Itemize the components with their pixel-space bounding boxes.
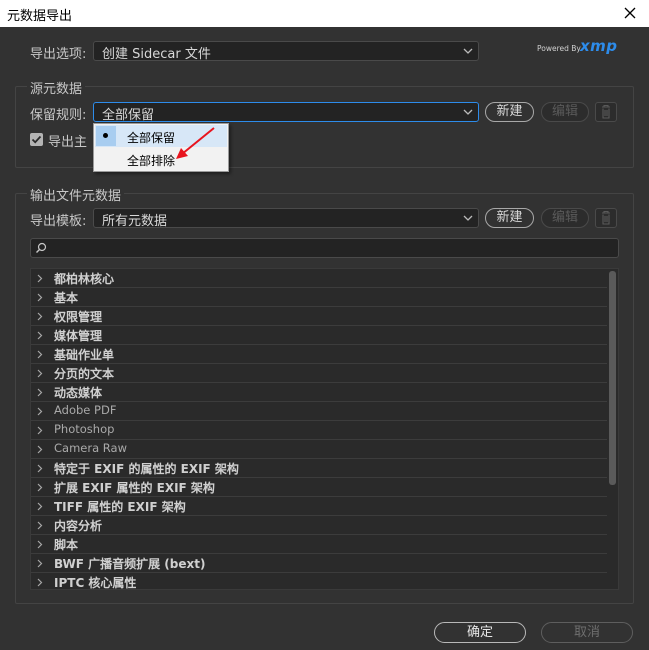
chevron-right-icon[interactable] xyxy=(37,483,43,492)
export-main-checkbox[interactable] xyxy=(30,133,43,146)
output-metadata-title: 输出文件元数据 xyxy=(27,185,125,204)
ok-button[interactable]: 确定 xyxy=(434,622,526,643)
export-option-value: 创建 Sidecar 文件 xyxy=(102,47,211,62)
source-metadata-title: 源元数据 xyxy=(27,78,86,97)
chevron-right-icon[interactable] xyxy=(37,350,43,359)
rule-select[interactable]: 全部保留 xyxy=(93,102,479,123)
template-label: 导出模板: xyxy=(30,214,87,229)
source-edit-button[interactable]: 编辑 xyxy=(541,102,589,122)
chevron-right-icon[interactable] xyxy=(37,502,43,511)
rule-label: 保留规则: xyxy=(30,108,87,123)
search-icon xyxy=(36,242,47,253)
template-value: 所有元数据 xyxy=(102,214,168,229)
tree-row[interactable]: 基础作业单 xyxy=(31,345,607,364)
close-icon[interactable] xyxy=(619,2,641,24)
chevron-right-icon[interactable] xyxy=(37,312,43,321)
tree-row[interactable]: 权限管理 xyxy=(31,307,607,326)
xmp-brand: xmp xyxy=(580,37,618,55)
template-select[interactable]: 所有元数据 xyxy=(93,208,479,229)
cancel-button[interactable]: 取消 xyxy=(541,622,633,643)
tree-row-label: 动态媒体 xyxy=(54,386,103,400)
tree-row[interactable]: 基本 xyxy=(31,288,607,307)
chevron-down-icon xyxy=(463,48,473,54)
tree-row-label: Photoshop xyxy=(54,422,115,436)
chevron-right-icon[interactable] xyxy=(37,540,43,549)
tree-row[interactable]: BWF 广播音频扩展 (bext) xyxy=(31,554,607,573)
tree-row[interactable]: Camera Raw xyxy=(31,440,607,459)
tree-row-label: Adobe PDF xyxy=(54,403,117,417)
tree-row-label: 扩展 EXIF 属性的 EXIF 架构 xyxy=(54,481,215,495)
window-title: 元数据导出 xyxy=(7,9,73,24)
chevron-right-icon[interactable] xyxy=(37,369,43,378)
tree-row-label: IPTC 核心属性 xyxy=(54,576,137,590)
menu-item-label: 全部排除 xyxy=(127,154,176,168)
source-trash-icon[interactable] xyxy=(595,102,617,122)
chevron-right-icon[interactable] xyxy=(37,293,43,302)
menu-item-label: 全部保留 xyxy=(127,131,176,145)
tree-row[interactable]: 扩展 EXIF 属性的 EXIF 架构 xyxy=(31,478,607,497)
tree-row[interactable]: 特定于 EXIF 的属性的 EXIF 架构 xyxy=(31,459,607,478)
tree-row[interactable]: TIFF 属性的 EXIF 架构 xyxy=(31,497,607,516)
tree-row-label: TIFF 属性的 EXIF 架构 xyxy=(54,500,186,514)
powered-by-text: Powered By xyxy=(537,44,581,53)
tree-row[interactable]: 内容分析 xyxy=(31,516,607,535)
chevron-down-icon xyxy=(463,215,473,221)
source-new-button[interactable]: 新建 xyxy=(485,102,534,122)
tree-row[interactable]: Adobe PDF xyxy=(31,402,607,421)
tree-row-label: 都柏林核心 xyxy=(54,272,115,286)
title-bar: 元数据导出 xyxy=(0,0,649,27)
tree-row-label: 媒体管理 xyxy=(54,329,103,343)
chevron-right-icon[interactable] xyxy=(37,274,43,283)
chevron-right-icon[interactable] xyxy=(37,521,43,530)
output-edit-button[interactable]: 编辑 xyxy=(541,208,589,228)
rule-value: 全部保留 xyxy=(102,108,155,123)
chevron-right-icon[interactable] xyxy=(37,445,43,454)
tree-scrollbar[interactable] xyxy=(609,271,616,485)
chevron-right-icon[interactable] xyxy=(37,578,43,587)
chevron-right-icon[interactable] xyxy=(37,559,43,568)
chevron-right-icon[interactable] xyxy=(37,388,43,397)
output-new-button[interactable]: 新建 xyxy=(485,208,534,228)
metadata-tree[interactable]: 都柏林核心基本权限管理媒体管理基础作业单分页的文本动态媒体 Adobe PDF Ph… xyxy=(30,268,619,590)
annotation-arrow-icon xyxy=(176,127,215,159)
tree-row[interactable]: 媒体管理 xyxy=(31,326,607,345)
search-input[interactable] xyxy=(30,238,619,258)
tree-row[interactable]: 动态媒体 xyxy=(31,383,607,402)
tree-row-label: 特定于 EXIF 的属性的 EXIF 架构 xyxy=(54,462,239,476)
tree-row[interactable]: 都柏林核心 xyxy=(31,269,607,288)
export-main-label: 导出主 xyxy=(48,135,88,150)
tree-row-label: 脚本 xyxy=(54,538,79,552)
tree-row[interactable]: Photoshop xyxy=(31,421,607,440)
chevron-right-icon[interactable] xyxy=(37,331,43,340)
chevron-right-icon[interactable] xyxy=(37,464,43,473)
export-option-select[interactable]: 创建 Sidecar 文件 xyxy=(93,41,479,62)
tree-row[interactable]: 脚本 xyxy=(31,535,607,554)
output-trash-icon[interactable] xyxy=(595,208,617,228)
export-option-label: 导出选项: xyxy=(30,47,87,62)
chevron-right-icon[interactable] xyxy=(37,407,43,416)
tree-row-label: 基本 xyxy=(54,291,79,305)
tree-row[interactable]: IPTC 核心属性 xyxy=(31,573,607,590)
tree-row-label: Camera Raw xyxy=(54,441,127,455)
tree-row[interactable]: 分页的文本 xyxy=(31,364,607,383)
chevron-down-icon xyxy=(463,109,473,115)
selected-dot-icon xyxy=(103,133,108,138)
chevron-right-icon[interactable] xyxy=(37,426,43,435)
tree-row-label: BWF 广播音频扩展 (bext) xyxy=(54,557,206,571)
tree-row-label: 内容分析 xyxy=(54,519,103,533)
tree-row-label: 权限管理 xyxy=(54,310,103,324)
tree-row-label: 基础作业单 xyxy=(54,348,115,362)
tree-row-label: 分页的文本 xyxy=(54,367,115,381)
